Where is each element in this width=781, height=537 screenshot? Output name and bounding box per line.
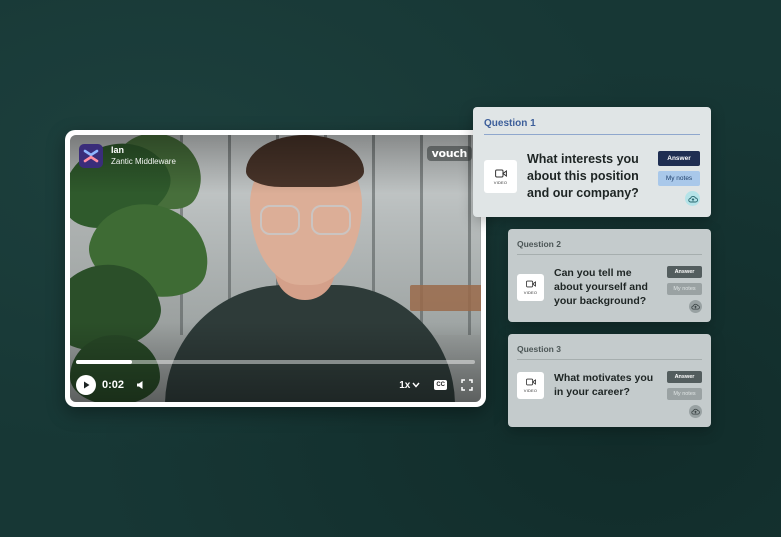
my-notes-button[interactable]: My notes bbox=[667, 388, 702, 400]
video-tile[interactable]: VIDEO bbox=[517, 371, 544, 399]
answer-button[interactable]: Answer bbox=[667, 371, 702, 383]
cloud-upload-icon bbox=[691, 408, 700, 415]
video-tile[interactable]: VIDEO bbox=[484, 160, 517, 193]
question-card-3[interactable]: Question 3 VIDEO What motivates you in y… bbox=[508, 334, 711, 427]
cloud-upload-icon bbox=[691, 303, 700, 310]
video-tile[interactable]: VIDEO bbox=[517, 273, 544, 301]
video-progress-fill bbox=[76, 360, 132, 364]
video-player-card: Ian Zantic Middleware vouch 0:02 1x CC bbox=[65, 130, 486, 407]
play-icon bbox=[84, 381, 90, 389]
fullscreen-icon bbox=[461, 379, 473, 391]
question-header: Question 2 bbox=[517, 239, 702, 255]
speaker-name: Ian bbox=[111, 145, 125, 155]
video-camera-icon bbox=[525, 280, 536, 287]
volume-icon bbox=[137, 381, 143, 389]
cloud-upload-button[interactable] bbox=[689, 300, 702, 313]
speaker-info: Ian Zantic Middleware bbox=[79, 144, 176, 168]
current-time: 0:02 bbox=[102, 379, 125, 391]
speaker-company: Zantic Middleware bbox=[111, 157, 176, 166]
video-frame[interactable]: Ian Zantic Middleware vouch 0:02 1x CC bbox=[70, 135, 481, 402]
volume-button[interactable] bbox=[136, 380, 146, 390]
video-camera-icon bbox=[494, 169, 507, 177]
question-text: What interests you about this position a… bbox=[527, 152, 639, 200]
play-button[interactable] bbox=[76, 375, 96, 395]
video-tile-label: VIDEO bbox=[523, 387, 538, 393]
cloud-upload-icon bbox=[687, 195, 698, 202]
app-logo-icon bbox=[79, 144, 103, 168]
video-camera-icon bbox=[525, 378, 536, 385]
question-text: What motivates you in your career? bbox=[554, 372, 654, 398]
video-progress-bar[interactable] bbox=[76, 360, 475, 364]
question-text: Can you tell me about yourself and your … bbox=[554, 267, 648, 307]
video-tile-label: VIDEO bbox=[493, 179, 508, 185]
answer-button[interactable]: Answer bbox=[658, 151, 700, 166]
question-card-2[interactable]: Question 2 VIDEO Can you tell me about y… bbox=[508, 229, 711, 322]
playback-speed-button[interactable]: 1x bbox=[399, 380, 420, 391]
question-header: Question 1 bbox=[484, 118, 700, 135]
video-controls: 0:02 1x CC bbox=[76, 374, 473, 396]
cloud-upload-button[interactable] bbox=[685, 191, 700, 206]
video-tile-label: VIDEO bbox=[523, 289, 538, 295]
cloud-upload-button[interactable] bbox=[689, 405, 702, 418]
question-card-1[interactable]: Question 1 VIDEO What interests you abou… bbox=[473, 107, 711, 217]
captions-button[interactable]: CC bbox=[434, 380, 447, 390]
question-header: Question 3 bbox=[517, 344, 702, 360]
fullscreen-button[interactable] bbox=[461, 379, 473, 391]
vouch-logo: vouch bbox=[426, 146, 472, 161]
my-notes-button[interactable]: My notes bbox=[667, 283, 702, 295]
playback-speed-label: 1x bbox=[399, 379, 411, 391]
answer-button[interactable]: Answer bbox=[667, 266, 702, 278]
chevron-down-icon bbox=[412, 382, 420, 388]
my-notes-button[interactable]: My notes bbox=[658, 171, 700, 186]
